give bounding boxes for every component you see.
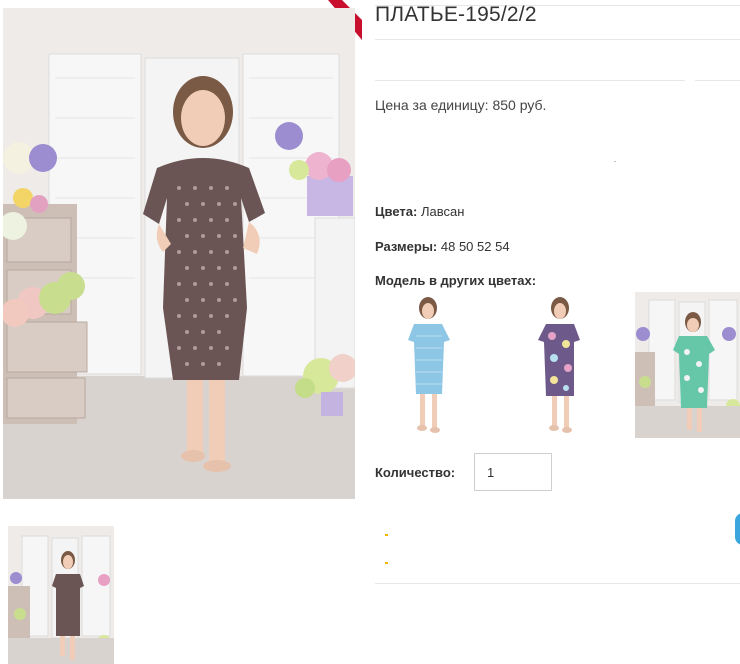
price-divider-right xyxy=(695,80,740,81)
color-variant-floral-purple[interactable] xyxy=(510,292,610,438)
product-price: Цена за единицу: 850 руб. xyxy=(375,97,547,113)
colors-value: Лавсан xyxy=(420,204,465,219)
color-variant-mint[interactable] xyxy=(635,292,740,438)
price-divider xyxy=(375,80,685,81)
other-colors-heading: Модель в других цветах: xyxy=(375,273,537,288)
quantity-label: Количество: xyxy=(375,465,456,480)
sizes-label: Размеры: xyxy=(375,239,438,254)
yellow-mark xyxy=(385,534,388,536)
sizes-row: Размеры: 48 50 52 54 xyxy=(375,239,510,254)
quantity-input[interactable] xyxy=(474,453,552,491)
main-product-photo[interactable] xyxy=(3,8,355,499)
product-thumbnail[interactable] xyxy=(8,526,114,664)
colors-row: Цвета: Лавсан xyxy=(375,204,464,219)
colors-label: Цвета: xyxy=(375,204,418,219)
sizes-value: 48 50 52 54 xyxy=(440,239,510,254)
yellow-mark xyxy=(385,562,388,564)
title-divider xyxy=(375,39,740,40)
separator-dot xyxy=(614,161,616,162)
color-variant-light-blue[interactable] xyxy=(380,292,480,438)
bottom-divider xyxy=(375,583,740,584)
blue-button-edge[interactable] xyxy=(735,513,740,545)
product-title: ПЛАТЬЕ-195/2/2 xyxy=(375,3,537,26)
